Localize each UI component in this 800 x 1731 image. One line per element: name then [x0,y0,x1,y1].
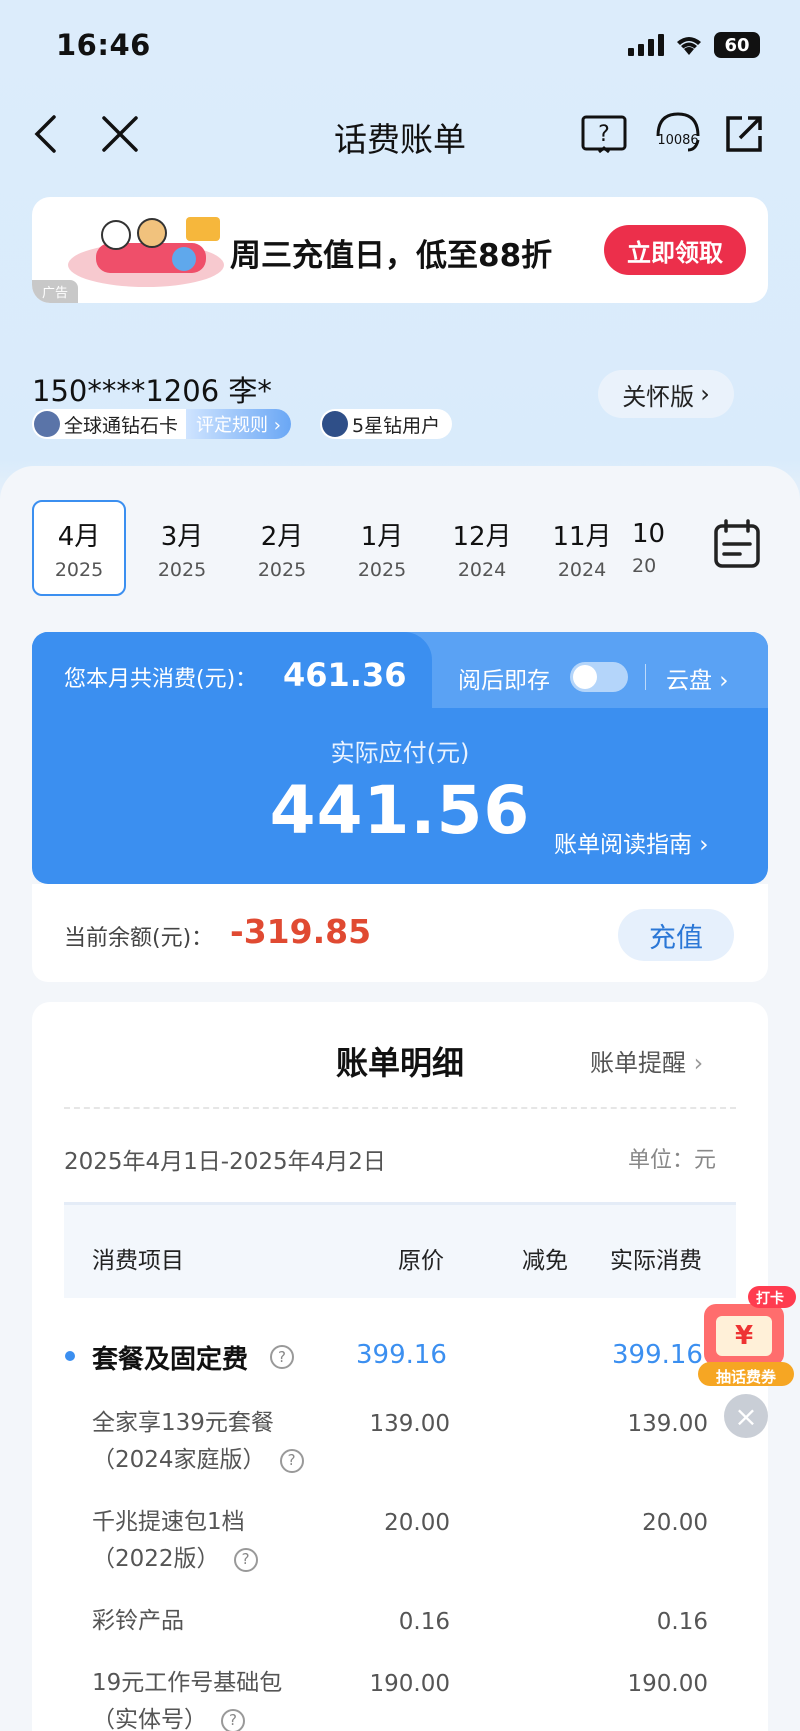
card-badge: 全球通钻石卡 评定规则 › [32,409,291,439]
item-name: 千兆提速包1档 [92,1509,245,1535]
battery-indicator: 60 [714,32,760,58]
rule-link[interactable]: 评定规则 › [186,409,291,439]
month-tab[interactable]: 1月 2025 [332,500,432,596]
month-tab[interactable]: 12月 2024 [432,500,532,596]
calendar-button[interactable] [712,518,762,570]
help-button[interactable]: ? [580,110,628,158]
coupon-label: 抽话费券 [715,1368,776,1386]
bill-reminder-label: 账单提醒 [590,1049,686,1077]
care-mode-button[interactable]: 关怀版 › [598,370,734,418]
status-icons: 60 [628,32,760,58]
dashed-divider [64,1107,736,1109]
item-original: 20.00 [384,1510,450,1536]
svg-text:¥: ¥ [735,1321,753,1351]
rule-link-label: 评定规则 [196,415,269,436]
item-name: 全家享139元套餐 [92,1410,274,1436]
help-circle-icon[interactable]: ? [233,1547,258,1572]
item-original: 139.00 [369,1411,450,1437]
share-button[interactable] [720,110,768,158]
month-tab[interactable]: 2月 2025 [232,500,332,596]
list-item: 全家享139元套餐 （2024家庭版）? [92,1405,304,1479]
month-tab[interactable]: 11月 2024 [532,500,632,596]
help-book-icon: ? [581,115,627,154]
date-range: 2025年4月1日-2025年4月2日 [64,1149,386,1175]
divider [645,664,646,690]
unit-label: 单位：元 [628,1148,717,1173]
bill-guide-label: 账单阅读指南 [554,832,692,858]
item-actual: 20.00 [642,1510,708,1536]
svg-text:?: ? [598,122,610,147]
close-icon: × [734,1399,758,1433]
list-item: 彩铃产品 [92,1603,184,1640]
star-badge: 5星钻用户 [320,409,453,439]
item-name: 彩铃产品 [92,1608,184,1634]
month-tab[interactable]: 10 20 [632,500,692,596]
column-header-actual: 实际消费 [610,1248,702,1274]
item-subname: （实体号） [92,1707,207,1731]
checkin-label: 打卡 [756,1291,784,1307]
item-subname: （2022版） [92,1546,220,1572]
category-name: 套餐及固定费 [92,1345,249,1375]
balance-label: 当前余额(元)： [64,926,214,951]
bill-guide-link[interactable]: 账单阅读指南 › [554,825,709,859]
promo-banner[interactable]: 广告 周三充值日，低至88折 立即领取 [32,197,768,303]
recharge-button[interactable]: 充值 [618,909,734,961]
list-item: 19元工作号基础包 （实体号）? [92,1665,282,1731]
total-spend-value: 461.36 [283,656,407,694]
care-mode-label: 关怀版 [622,382,695,411]
promo-text: 周三充值日，低至88折 [230,238,553,274]
user-phone: 150****1206 李* [32,374,272,408]
list-item: 千兆提速包1档 （2022版）? [92,1504,258,1578]
help-circle-icon[interactable]: ? [279,1448,304,1473]
ad-tag: 广告 [32,280,79,303]
item-original: 0.16 [398,1609,450,1635]
amount-due-label: 实际应付(元) [330,739,470,767]
item-subname: （2024家庭版） [92,1447,266,1473]
card-name: 全球通钻石卡 [64,414,179,437]
wifi-icon [677,37,701,55]
signal-icon [628,34,664,56]
auto-save-label: 阅后即存 [458,668,550,694]
star-level: 5星钻用户 [352,414,441,437]
diamond-card-icon [34,411,60,437]
chevron-right-icon: › [693,1049,704,1077]
item-actual: 190.00 [627,1671,708,1697]
month-selector: 4月 2025 3月 2025 2月 2025 1月 2025 12月 2024 11月 2… [32,500,692,596]
item-name: 19元工作号基础包 [92,1670,283,1696]
calendar-icon [714,519,760,568]
category-dot [65,1351,75,1361]
item-original: 190.00 [369,1671,450,1697]
month-tab[interactable]: 4月 2025 [32,500,126,596]
status-time: 16:46 [56,28,151,62]
help-circle-icon[interactable]: ? [270,1345,294,1369]
balance-value: -319.85 [230,912,372,951]
category-original: 399.16 [356,1340,447,1370]
help-circle-icon[interactable]: ? [221,1708,245,1731]
category-actual: 399.16 [612,1340,703,1370]
svg-text:10086: 10086 [657,133,698,148]
cloud-drive-link[interactable]: 云盘 › [666,661,729,695]
column-header-original: 原价 [398,1248,444,1274]
column-header-discount: 减免 [522,1248,568,1274]
total-spend-label: 您本月共消费(元)： [64,667,258,692]
chevron-right-icon: › [700,380,710,408]
bill-reminder-link[interactable]: 账单提醒 › [590,1043,703,1078]
column-header-item: 消费项目 [92,1248,184,1274]
star-icon [322,411,348,437]
close-floating-button[interactable]: × [724,1394,768,1438]
auto-save-toggle[interactable] [570,662,628,692]
item-actual: 0.16 [656,1609,708,1635]
month-tab[interactable]: 3月 2025 [132,500,232,596]
headset-icon: 10086 [656,112,700,152]
cloud-drive-label: 云盘 [666,668,712,694]
item-actual: 139.00 [627,1411,708,1437]
claim-button[interactable]: 立即领取 [604,225,746,275]
share-icon [726,116,762,152]
floating-checkin-widget[interactable]: ¥ 打卡 抽话费券 [694,1282,798,1388]
service-hotline-button[interactable]: 10086 [650,110,706,158]
